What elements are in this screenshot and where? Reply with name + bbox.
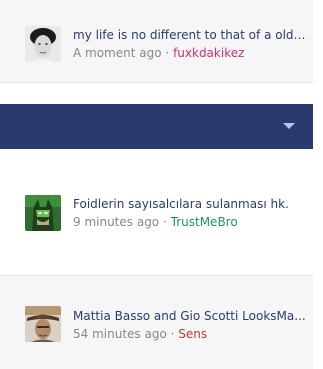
post-title-link[interactable]: Mattia Basso and Gio Scotti LooksMa...	[73, 308, 307, 324]
post-meta: 54 minutes ago · Sens	[73, 326, 307, 342]
avatar-image-curly-hair-man	[25, 26, 61, 62]
avatar-image-cowboy-hat-man	[25, 306, 61, 342]
feed-item-text: Mattia Basso and Gio Scotti LooksMa... 5…	[73, 308, 307, 342]
post-title-link[interactable]: my life is no different to that of a old…	[73, 27, 307, 43]
chevron-down-icon[interactable]	[283, 123, 295, 129]
feed-item[interactable]: my life is no different to that of a old…	[0, 0, 313, 83]
category-band[interactable]	[0, 104, 313, 149]
author-link[interactable]: fuxkdakikez	[173, 46, 244, 60]
post-title-link[interactable]: Foidlerin sayısalcılara sulanması hk.	[73, 196, 307, 212]
feed-item-text: Foidlerin sayısalcılara sulanması hk. 9 …	[73, 196, 307, 230]
post-meta: 9 minutes ago · TrustMeBro	[73, 214, 307, 230]
post-time: A moment ago	[73, 46, 162, 60]
meta-separator: ·	[165, 46, 170, 60]
post-time: 9 minutes ago	[73, 215, 160, 229]
avatar[interactable]	[25, 195, 61, 231]
avatar[interactable]	[25, 306, 61, 342]
author-link[interactable]: TrustMeBro	[171, 215, 238, 229]
meta-separator: ·	[162, 215, 167, 229]
post-meta: A moment ago · fuxkdakikez	[73, 45, 307, 61]
feed-item[interactable]: Mattia Basso and Gio Scotti LooksMa... 5…	[0, 276, 313, 369]
avatar[interactable]	[25, 26, 61, 62]
author-link[interactable]: Sens	[178, 327, 207, 341]
feed-item-text: my life is no different to that of a old…	[73, 27, 307, 61]
feed-item[interactable]: Foidlerin sayısalcılara sulanması hk. 9 …	[0, 150, 313, 276]
post-time: 54 minutes ago	[73, 327, 167, 341]
meta-separator: ·	[170, 327, 175, 341]
avatar-image-green-masked-hero	[25, 195, 61, 231]
feed-page: my life is no different to that of a old…	[0, 0, 313, 369]
